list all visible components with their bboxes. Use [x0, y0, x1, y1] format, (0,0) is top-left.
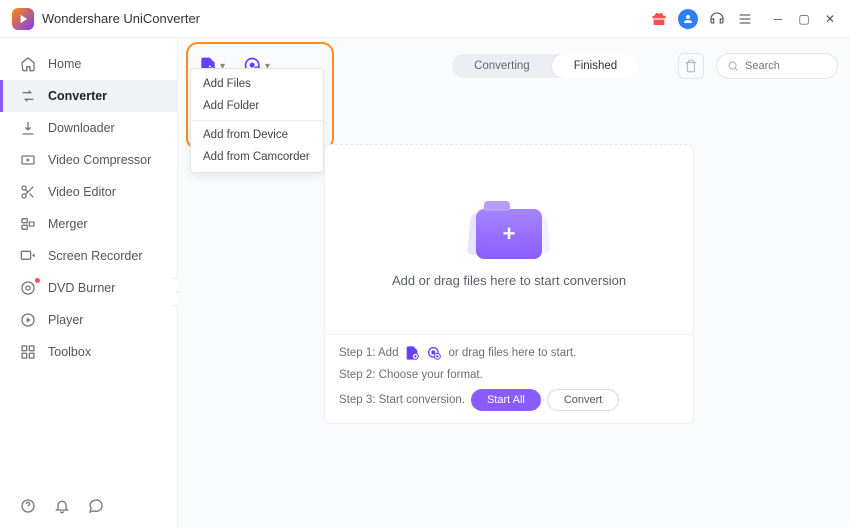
sidebar-item-recorder[interactable]: Screen Recorder [0, 240, 177, 272]
tab-finished[interactable]: Finished [552, 54, 639, 78]
sidebar-item-label: Home [48, 57, 81, 71]
home-icon [20, 56, 36, 72]
main: ▾ ▾ Converting Finished [178, 38, 850, 528]
sidebar-item-label: Converter [48, 89, 107, 103]
disc-icon [20, 280, 36, 296]
add-dropdown: Add Files Add Folder Add from Device Add… [190, 68, 324, 173]
menu-icon[interactable] [736, 10, 754, 28]
sidebar-item-label: Toolbox [48, 345, 91, 359]
search-field[interactable] [745, 60, 825, 72]
sidebar-item-home[interactable]: Home [0, 48, 177, 80]
titlebar: Wondershare UniConverter ─ ▢ ✕ [0, 0, 850, 38]
app-title: Wondershare UniConverter [42, 11, 200, 26]
sidebar-item-label: Video Compressor [48, 153, 151, 167]
step-2: Step 2: Choose your format. [339, 369, 679, 381]
sidebar-item-downloader[interactable]: Downloader [0, 112, 177, 144]
grid-icon [20, 344, 36, 360]
sidebar-item-label: Video Editor [48, 185, 116, 199]
search-input[interactable] [716, 53, 838, 79]
titlebar-icons: ─ ▢ ✕ [650, 9, 838, 29]
support-icon[interactable] [708, 10, 726, 28]
sidebar-item-label: Screen Recorder [48, 249, 143, 263]
sidebar-item-label: DVD Burner [48, 281, 115, 295]
sidebar-item-editor[interactable]: Video Editor [0, 176, 177, 208]
app-logo [12, 8, 34, 30]
sidebar-item-dvd[interactable]: DVD Burner [0, 272, 177, 304]
play-icon [20, 312, 36, 328]
dropdown-item-add-camcorder[interactable]: Add from Camcorder [191, 146, 323, 168]
minimize-button[interactable]: ─ [770, 11, 786, 27]
help-icon[interactable] [20, 498, 36, 514]
trash-button[interactable] [678, 53, 704, 79]
gift-icon[interactable] [650, 10, 668, 28]
disc-plus-icon [426, 345, 442, 361]
feedback-icon[interactable] [88, 498, 104, 514]
sidebar: Home Converter Downloader Video Compress… [0, 38, 178, 528]
dropdown-item-add-files[interactable]: Add Files [191, 73, 323, 95]
step-1: Step 1: Add or drag files here to start. [339, 345, 679, 361]
merger-icon [20, 216, 36, 232]
user-avatar-icon[interactable] [678, 9, 698, 29]
converter-icon [20, 88, 36, 104]
dropdown-item-add-folder[interactable]: Add Folder [191, 95, 323, 117]
download-icon [20, 120, 36, 136]
sidebar-item-compressor[interactable]: Video Compressor [0, 144, 177, 176]
dropdown-item-add-device[interactable]: Add from Device [191, 124, 323, 146]
sidebar-bottom [0, 498, 177, 528]
search-icon [727, 60, 739, 72]
tab-converting[interactable]: Converting [452, 54, 552, 78]
close-button[interactable]: ✕ [822, 11, 838, 27]
dropzone[interactable]: + Add or drag files here to start conver… [325, 145, 693, 334]
sidebar-item-label: Player [48, 313, 83, 327]
step1-suffix: or drag files here to start. [448, 347, 576, 359]
dropdown-separator [191, 120, 323, 121]
compressor-icon [20, 152, 36, 168]
convert-button[interactable]: Convert [547, 389, 620, 411]
step-3: Step 3: Start conversion. Start All Conv… [339, 389, 679, 411]
sidebar-item-merger[interactable]: Merger [0, 208, 177, 240]
recorder-icon [20, 248, 36, 264]
steps: Step 1: Add or drag files here to start.… [325, 334, 693, 423]
file-plus-icon [404, 345, 420, 361]
step1-prefix: Step 1: Add [339, 347, 398, 359]
sidebar-item-label: Merger [48, 217, 88, 231]
bell-icon[interactable] [54, 498, 70, 514]
plus-icon: + [503, 221, 516, 247]
tabs: Converting Finished [452, 54, 639, 78]
folder-illustration: + [463, 191, 555, 259]
sidebar-item-player[interactable]: Player [0, 304, 177, 336]
scissors-icon [20, 184, 36, 200]
start-all-button[interactable]: Start All [471, 389, 541, 411]
sidebar-item-label: Downloader [48, 121, 115, 135]
maximize-button[interactable]: ▢ [796, 11, 812, 27]
dropzone-card: + Add or drag files here to start conver… [324, 144, 694, 424]
dropzone-text: Add or drag files here to start conversi… [392, 273, 626, 288]
sidebar-item-toolbox[interactable]: Toolbox [0, 336, 177, 368]
window-controls: ─ ▢ ✕ [770, 11, 838, 27]
sidebar-item-converter[interactable]: Converter [0, 80, 177, 112]
nav: Home Converter Downloader Video Compress… [0, 48, 177, 498]
